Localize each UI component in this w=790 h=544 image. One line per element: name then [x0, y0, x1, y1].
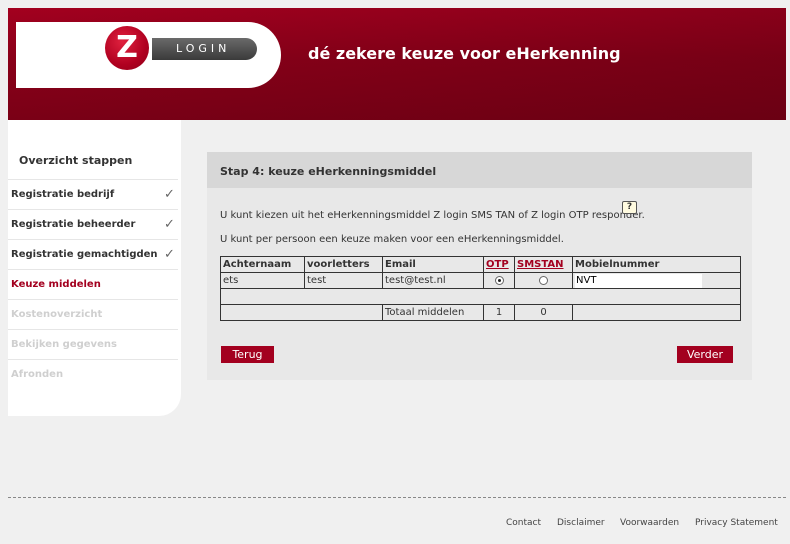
total-otp: 1	[483, 304, 515, 321]
sidebar-item-afronden: Afronden	[8, 359, 178, 389]
sidebar-item-registratie-gemachtigden[interactable]: Registratie gemachtigden ✓	[8, 239, 178, 269]
check-icon: ✓	[164, 217, 175, 232]
intro-text-2: U kunt per persoon een keuze maken voor …	[220, 234, 564, 245]
sidebar-item-label: Keuze middelen	[11, 279, 101, 290]
sidebar-item-registratie-bedrijf[interactable]: Registratie bedrijf ✓	[8, 179, 178, 209]
logo-z-icon: Z	[105, 26, 149, 70]
total-empty-cell	[220, 304, 383, 321]
cell-smstan	[514, 272, 573, 289]
back-button[interactable]: Terug	[221, 346, 274, 363]
middelen-table: Achternaam voorletters Email OTP SMSTAN …	[220, 256, 741, 321]
sidebar-item-label: Registratie gemachtigden	[11, 249, 158, 260]
footer-link-privacy[interactable]: Privacy Statement	[695, 518, 778, 528]
table-header-row: Achternaam voorletters Email OTP SMSTAN …	[220, 256, 741, 273]
footer-link-disclaimer[interactable]: Disclaimer	[557, 518, 605, 528]
sidebar-title: Overzicht stappen	[19, 154, 133, 167]
footer-divider	[8, 497, 786, 498]
smstan-radio[interactable]	[539, 275, 548, 285]
cell-otp	[483, 272, 515, 289]
table-row: ets test test@test.nl	[220, 272, 741, 289]
cell-voorletters: test	[304, 272, 383, 289]
total-smstan: 0	[514, 304, 573, 321]
footer-link-contact[interactable]: Contact	[506, 518, 541, 528]
logo-text: LOGIN	[152, 38, 257, 60]
cell-achternaam: ets	[220, 272, 305, 289]
total-label: Totaal middelen	[382, 304, 484, 321]
sidebar-item-registratie-beheerder[interactable]: Registratie beheerder ✓	[8, 209, 178, 239]
table-spacer-row	[220, 288, 741, 305]
cell-email: test@test.nl	[382, 272, 484, 289]
col-mobielnummer: Mobielnummer	[572, 256, 741, 273]
sidebar-item-label: Bekijken gegevens	[11, 339, 117, 350]
sidebar-item-label: Registratie beheerder	[11, 219, 136, 230]
col-achternaam: Achternaam	[220, 256, 305, 273]
help-icon[interactable]: ?	[622, 201, 637, 214]
col-smstan-link[interactable]: SMSTAN	[514, 256, 573, 273]
table-total-row: Totaal middelen 1 0	[220, 304, 741, 321]
check-icon: ✓	[164, 187, 175, 202]
total-empty-mobile	[572, 304, 741, 321]
sidebar-item-label: Afronden	[11, 369, 64, 380]
mobile-number-input[interactable]	[575, 273, 702, 288]
sidebar-item-kostenoverzicht: Kostenoverzicht	[8, 299, 178, 329]
sidebar-item-bekijken-gegevens: Bekijken gegevens	[8, 329, 178, 359]
spacer-cell	[220, 288, 741, 305]
intro-text-1: U kunt kiezen uit het eHerkenningsmiddel…	[220, 210, 645, 221]
col-otp-link[interactable]: OTP	[483, 256, 515, 273]
panel-title: Stap 4: keuze eHerkenningsmiddel	[207, 152, 752, 188]
check-icon: ✓	[164, 247, 175, 262]
sidebar-item-keuze-middelen[interactable]: Keuze middelen	[8, 269, 178, 299]
otp-radio[interactable]	[494, 275, 504, 285]
next-button[interactable]: Verder	[677, 346, 733, 363]
sidebar-item-label: Registratie bedrijf	[11, 189, 115, 200]
col-voorletters: voorletters	[304, 256, 383, 273]
col-email: Email	[382, 256, 484, 273]
tagline: dé zekere keuze voor eHerkenning	[308, 44, 621, 63]
cell-mobielnummer	[572, 272, 741, 289]
sidebar-item-label: Kostenoverzicht	[11, 309, 103, 320]
footer-link-voorwaarden[interactable]: Voorwaarden	[620, 518, 679, 528]
